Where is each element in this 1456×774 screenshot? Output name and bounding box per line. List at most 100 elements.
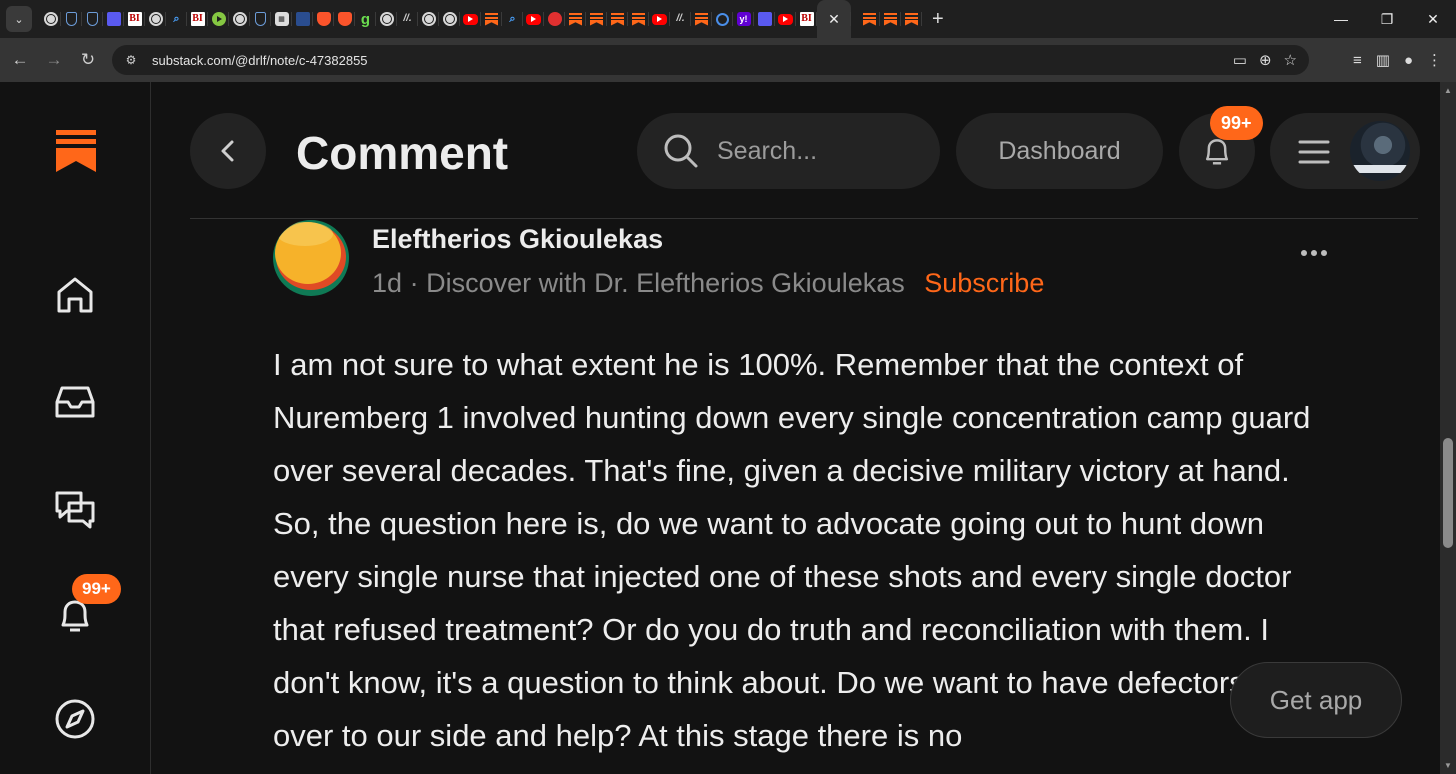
zoom-icon[interactable]: ⊕	[1259, 51, 1272, 69]
browser-tab[interactable]	[376, 0, 397, 38]
restore-button[interactable]: ❐	[1364, 11, 1410, 28]
browser-tab[interactable]	[82, 0, 103, 38]
media-controls-icon[interactable]: ≡	[1353, 52, 1362, 69]
page-title: Comment	[296, 127, 509, 179]
post-age: 1d	[372, 268, 403, 298]
browser-tab[interactable]: //.	[397, 0, 418, 38]
browser-tab[interactable]	[565, 0, 586, 38]
browser-menu-icon[interactable]: ⋮	[1427, 51, 1442, 69]
substack-logo-icon[interactable]	[56, 130, 96, 172]
explore-compass-icon[interactable]	[52, 696, 98, 742]
browser-tab[interactable]: //.	[670, 0, 691, 38]
active-tab[interactable]: ✕	[817, 0, 851, 38]
user-avatar[interactable]	[1350, 121, 1410, 181]
browser-tab[interactable]	[208, 0, 229, 38]
shield-icon	[87, 12, 98, 26]
toolbar-right: ≡ ▥ ● ⋮	[1353, 38, 1442, 82]
browser-tab[interactable]: ⌕	[502, 0, 523, 38]
author-avatar[interactable]	[273, 220, 349, 296]
browser-tab[interactable]	[292, 0, 313, 38]
browser-tab[interactable]	[775, 0, 796, 38]
scroll-down-arrow-icon[interactable]: ▼	[1444, 761, 1452, 770]
browser-tab[interactable]	[229, 0, 250, 38]
sidebar: 99+	[0, 82, 151, 774]
page-scrollbar[interactable]: ▲ ▼	[1440, 82, 1456, 774]
globe-icon	[232, 12, 247, 26]
browser-tab[interactable]	[334, 0, 355, 38]
browser-tab[interactable]: BI	[187, 0, 208, 38]
substack-icon	[590, 12, 604, 26]
slash-icon: //.	[676, 13, 685, 24]
browser-tab[interactable]	[586, 0, 607, 38]
browser-tab[interactable]	[40, 0, 61, 38]
browser-tab[interactable]	[481, 0, 502, 38]
tab-search-button[interactable]: ⌄	[6, 6, 32, 32]
browser-tab[interactable]	[691, 0, 712, 38]
search-input[interactable]: Search...	[637, 113, 940, 189]
get-app-button[interactable]: Get app	[1230, 662, 1402, 738]
browser-tab[interactable]: BI	[124, 0, 145, 38]
browser-tab[interactable]: ▦	[271, 0, 292, 38]
browser-tab[interactable]	[103, 0, 124, 38]
install-app-icon[interactable]: ▭	[1233, 51, 1247, 69]
browser-tab[interactable]: BI	[796, 0, 817, 38]
browser-tab[interactable]	[61, 0, 82, 38]
side-panel-icon[interactable]: ▥	[1376, 51, 1390, 69]
browser-tab[interactable]	[145, 0, 166, 38]
meta-separator: ·	[409, 268, 419, 298]
yahoo-icon: y!	[736, 12, 751, 26]
scrollbar-thumb[interactable]	[1443, 438, 1453, 548]
avatar-highlight	[277, 222, 333, 246]
account-menu-button[interactable]	[1270, 113, 1420, 189]
browser-forward-button[interactable]: →	[37, 43, 71, 77]
browser-back-button[interactable]: ←	[3, 43, 37, 77]
omnibox-actions: ▭ ⊕ ☆	[1233, 45, 1297, 75]
browser-tab[interactable]	[880, 0, 901, 38]
browser-tab[interactable]	[460, 0, 481, 38]
bookmark-star-icon[interactable]: ☆	[1284, 51, 1297, 69]
more-options-icon[interactable]	[1301, 250, 1327, 256]
home-icon[interactable]	[52, 272, 98, 318]
new-tab-button[interactable]: +	[932, 8, 944, 31]
substack-icon	[905, 12, 919, 26]
browser-tab[interactable]	[607, 0, 628, 38]
browser-tab[interactable]	[439, 0, 460, 38]
browser-tab[interactable]	[250, 0, 271, 38]
subscribe-button[interactable]: Subscribe	[924, 268, 1044, 298]
browser-tab[interactable]: ⌕	[166, 0, 187, 38]
close-window-button[interactable]: ✕	[1410, 11, 1456, 28]
author-name[interactable]: Eleftherios Gkioulekas	[372, 224, 663, 255]
bi-icon: BI	[190, 12, 205, 26]
browser-tab[interactable]	[523, 0, 544, 38]
dashboard-button[interactable]: Dashboard	[956, 113, 1163, 189]
minimize-button[interactable]: —	[1318, 11, 1364, 27]
scroll-up-arrow-icon[interactable]: ▲	[1444, 86, 1452, 95]
url-text[interactable]: substack.com/@drlf/note/c-47382855	[152, 53, 368, 68]
page: 99+ Comment Search... Dashboard 99+ Elef…	[0, 82, 1440, 774]
browser-tab[interactable]: y!	[733, 0, 754, 38]
inbox-icon[interactable]	[52, 379, 98, 425]
browser-tab[interactable]	[313, 0, 334, 38]
reload-button[interactable]: ↻	[71, 43, 105, 77]
browser-tab[interactable]	[712, 0, 733, 38]
browser-tab[interactable]: g	[355, 0, 376, 38]
browser-tab[interactable]	[418, 0, 439, 38]
comment-body: I am not sure to what extent he is 100%.…	[273, 347, 1330, 753]
profile-icon[interactable]: ●	[1404, 52, 1413, 69]
substack-icon	[695, 12, 709, 26]
browser-tab[interactable]	[544, 0, 565, 38]
browser-tab[interactable]	[628, 0, 649, 38]
publication-link[interactable]: Discover with Dr. Eleftherios Gkioulekas	[426, 268, 905, 298]
chat-icon[interactable]	[52, 486, 98, 532]
browser-tab[interactable]	[754, 0, 775, 38]
rumble-icon	[211, 12, 226, 26]
close-tab-icon[interactable]: ✕	[828, 11, 840, 28]
back-button[interactable]	[190, 113, 266, 189]
site-info-icon[interactable]: ⚙	[118, 49, 144, 71]
address-bar[interactable]: ⚙ substack.com/@drlf/note/c-47382855 ▭ ⊕…	[112, 45, 1309, 75]
browser-tab[interactable]	[859, 0, 880, 38]
substack-icon	[632, 12, 646, 26]
browser-tab[interactable]	[649, 0, 670, 38]
browser-tab[interactable]	[901, 0, 922, 38]
dark-icon	[295, 12, 310, 26]
